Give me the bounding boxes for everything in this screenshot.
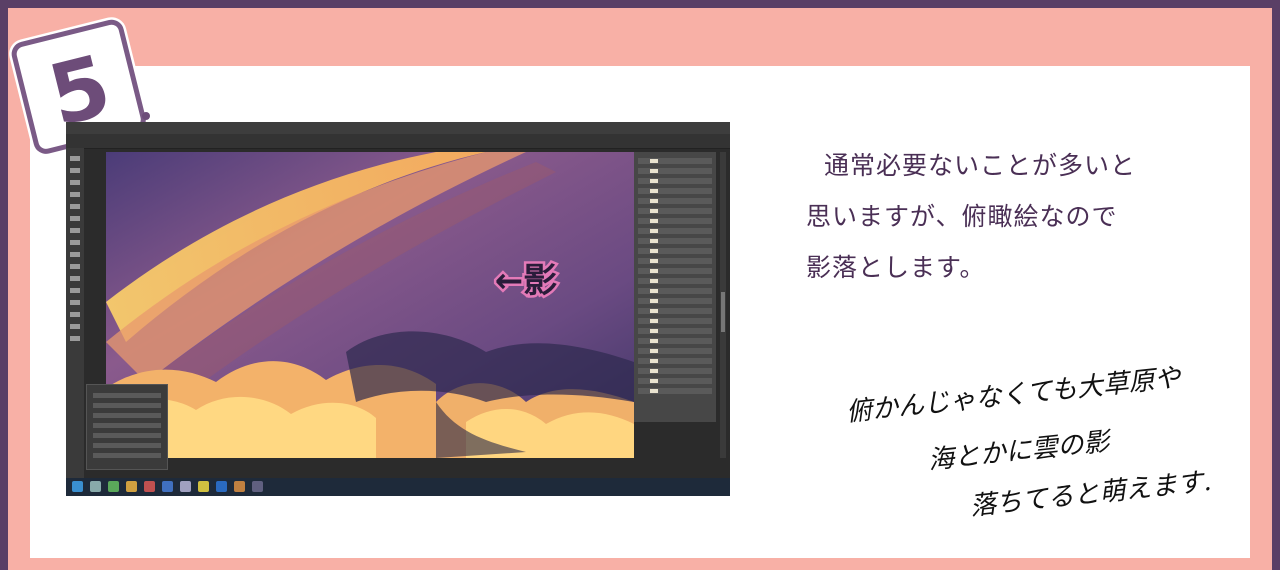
taskbar-app-icon[interactable] [144,481,155,492]
taskbar-app-icon[interactable] [198,481,209,492]
tool-panel [66,148,84,478]
taskbar-app-icon[interactable] [252,481,263,492]
taskbar-app-icon[interactable] [162,481,173,492]
description-line: 思いますが、俯瞰絵なので [806,202,1118,231]
embedded-photoshop-screenshot: ←影 [66,122,730,496]
taskbar-app-icon[interactable] [180,481,191,492]
taskbar-app-icon[interactable] [126,481,137,492]
description-text: 通常必要ないことが多いと 思いますが、俯瞰絵なので 影落とします。 [806,140,1226,293]
taskbar-app-icon[interactable] [216,481,227,492]
taskbar-app-icon[interactable] [234,481,245,492]
options-bar [66,134,730,149]
app-menu-bar [66,122,730,134]
start-icon[interactable] [72,481,83,492]
windows-taskbar [66,478,730,496]
description-line: 影落とします。 [806,253,986,282]
layers-panel [634,152,716,422]
taskbar-app-icon[interactable] [108,481,119,492]
description-line: 通常必要ないことが多いと [824,151,1137,180]
cloud-artwork-canvas: ←影 [106,152,634,458]
panel-scroll-thumb[interactable] [721,292,725,332]
taskbar-app-icon[interactable] [90,481,101,492]
history-panel [86,384,168,470]
arrow-left-icon: ←影 [495,261,558,301]
